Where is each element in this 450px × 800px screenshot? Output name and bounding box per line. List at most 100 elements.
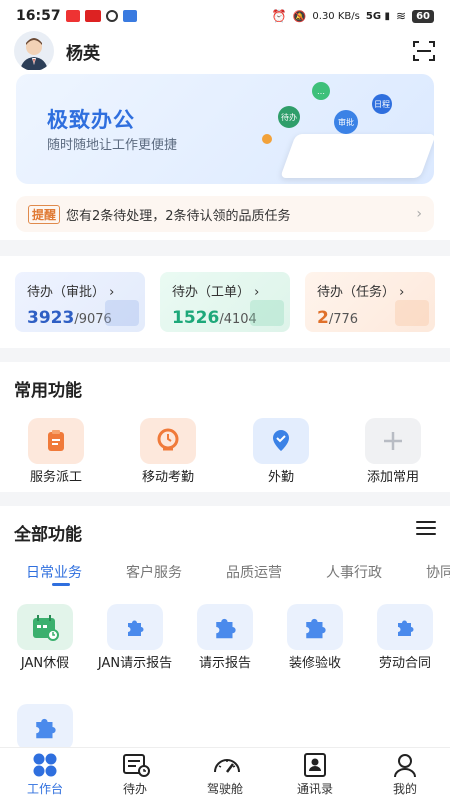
grid-icon	[31, 752, 59, 778]
phone-illustration	[279, 134, 434, 178]
clock-pin-icon	[140, 418, 196, 464]
puzzle-icon	[287, 604, 343, 650]
app-notification-icon	[84, 10, 101, 22]
chat-bubble-icon: …	[312, 82, 330, 100]
common-item-label: 移动考勤	[141, 470, 194, 485]
chevron-right-icon: ›	[109, 285, 115, 300]
function-item-label: 装修验收	[288, 656, 341, 671]
banner-title: 极致办公	[47, 108, 135, 132]
profile-icon	[391, 752, 419, 778]
function-item[interactable]: 请示报告	[179, 604, 271, 672]
common-item-field-work[interactable]: 外勤	[235, 418, 327, 486]
tab-daily-business[interactable]: 日常业务	[26, 562, 82, 582]
common-item-label: 外勤	[267, 470, 294, 485]
puzzle-icon	[17, 704, 73, 750]
menu-icon[interactable]	[416, 521, 436, 535]
signal-icon: 5G ▮	[365, 10, 391, 22]
common-item-attendance[interactable]: 移动考勤	[122, 418, 214, 486]
banner-bubble-approval: 审批	[334, 110, 358, 134]
wifi-icon: ≋	[396, 9, 407, 23]
document-icon	[395, 300, 429, 326]
banner[interactable]: 极致办公 随时随地让工作更便捷 待办 … 审批 日程	[16, 74, 434, 184]
function-item[interactable]: JAN休假	[0, 604, 91, 672]
function-item-label: JAN休假	[20, 656, 70, 671]
puzzle-icon	[197, 604, 253, 650]
function-item-label: JAN请示报告	[97, 656, 173, 671]
common-item-label: 添加常用	[366, 470, 419, 485]
banner-bubble-schedule: 日程	[372, 94, 392, 114]
nav-contacts[interactable]: 通讯录	[280, 752, 350, 797]
todo-list-icon	[121, 752, 150, 778]
puzzle-icon	[107, 604, 163, 650]
todo-card-workorder[interactable]: 待办（工单） › 1526/4104	[160, 272, 290, 332]
nav-label: 工作台	[26, 782, 63, 796]
function-item-label: 劳动合同	[378, 656, 431, 671]
reminder-bar[interactable]: 提醒 您有2条待处理，2条待认领的品质任务 ›	[16, 196, 434, 232]
todo-label: 待办（任务）	[317, 285, 396, 300]
mail-icon	[122, 10, 137, 22]
app-header: 杨英	[0, 31, 450, 71]
document-icon	[105, 300, 139, 326]
network-speed: 0.30 KB/s	[312, 10, 360, 22]
nav-profile[interactable]: 我的	[370, 752, 440, 797]
common-item-dispatch[interactable]: 服务派工	[10, 418, 102, 486]
status-time: 16:57	[16, 8, 61, 24]
reminder-text: 您有2条待处理，2条待认领的品质任务	[66, 208, 291, 224]
status-bar: 16:57 ⏰ 🔕 0.30 KB/s 5G ▮ ≋ 60	[0, 0, 450, 32]
todo-count: 2	[317, 308, 329, 328]
section-title-all: 全部功能	[14, 525, 82, 545]
todo-count: 3923	[27, 308, 75, 328]
nav-label: 驾驶舱	[206, 782, 243, 796]
common-item-add[interactable]: 添加常用	[347, 418, 439, 486]
document-icon	[250, 300, 284, 326]
tab-customer-service[interactable]: 客户服务	[126, 562, 182, 582]
todo-card-task[interactable]: 待办（任务） › 2/776	[305, 272, 435, 332]
alarm-icon: ⏰	[271, 9, 287, 23]
nav-label: 待办	[122, 782, 147, 796]
function-item[interactable]: 装修验收	[269, 604, 361, 672]
tab-quality-ops[interactable]: 品质运营	[226, 562, 282, 582]
todo-count: 1526	[172, 308, 220, 328]
nav-label: 通讯录	[296, 782, 333, 796]
battery-indicator: 60	[412, 9, 434, 23]
banner-bubble-todo: 待办	[278, 106, 300, 128]
bottom-nav: 工作台 待办 驾驶舱 通讯录 我的	[0, 747, 450, 800]
todo-card-approval[interactable]: 待办（审批） › 3923/9076	[15, 272, 145, 332]
reminder-tag: 提醒	[28, 204, 61, 224]
nav-cockpit[interactable]: 驾驶舱	[190, 752, 260, 797]
function-item[interactable]: 劳动合同	[359, 604, 450, 672]
avatar[interactable]	[14, 31, 54, 71]
plus-icon	[365, 418, 421, 464]
clipboard-icon	[28, 418, 84, 464]
sync-icon	[105, 10, 118, 22]
puzzle-icon	[377, 604, 433, 650]
contacts-icon	[301, 752, 329, 778]
nav-todo[interactable]: 待办	[100, 752, 170, 797]
common-item-label: 服务派工	[29, 470, 82, 485]
chevron-right-icon: ›	[399, 285, 405, 300]
active-tab-indicator	[52, 583, 70, 586]
location-check-icon	[253, 418, 309, 464]
nav-label: 我的	[392, 782, 417, 796]
scan-icon[interactable]	[412, 39, 436, 63]
function-item[interactable]: JAN请示报告	[89, 604, 181, 672]
banner-subtitle: 随时随地让工作更便捷	[47, 138, 178, 153]
nav-workbench[interactable]: 工作台	[10, 752, 80, 797]
tab-collaboration[interactable]: 协同	[426, 562, 450, 582]
mute-icon: 🔕	[292, 9, 307, 23]
user-name: 杨英	[66, 43, 100, 64]
todo-label: 待办（审批）	[27, 285, 106, 300]
function-item-label: 请示报告	[198, 656, 251, 671]
calendar-icon	[17, 604, 73, 650]
chevron-right-icon: ›	[254, 285, 260, 300]
user-avatar-icon	[20, 38, 48, 71]
chevron-right-icon: ›	[416, 206, 422, 222]
function-item[interactable]	[0, 704, 91, 750]
section-title-common: 常用功能	[14, 381, 82, 401]
gauge-icon	[211, 752, 240, 778]
todo-total: /776	[328, 312, 359, 327]
notification-icon	[65, 10, 80, 22]
decor-dot	[262, 134, 272, 144]
tab-hr-admin[interactable]: 人事行政	[326, 562, 382, 582]
todo-label: 待办（工单）	[172, 285, 251, 300]
